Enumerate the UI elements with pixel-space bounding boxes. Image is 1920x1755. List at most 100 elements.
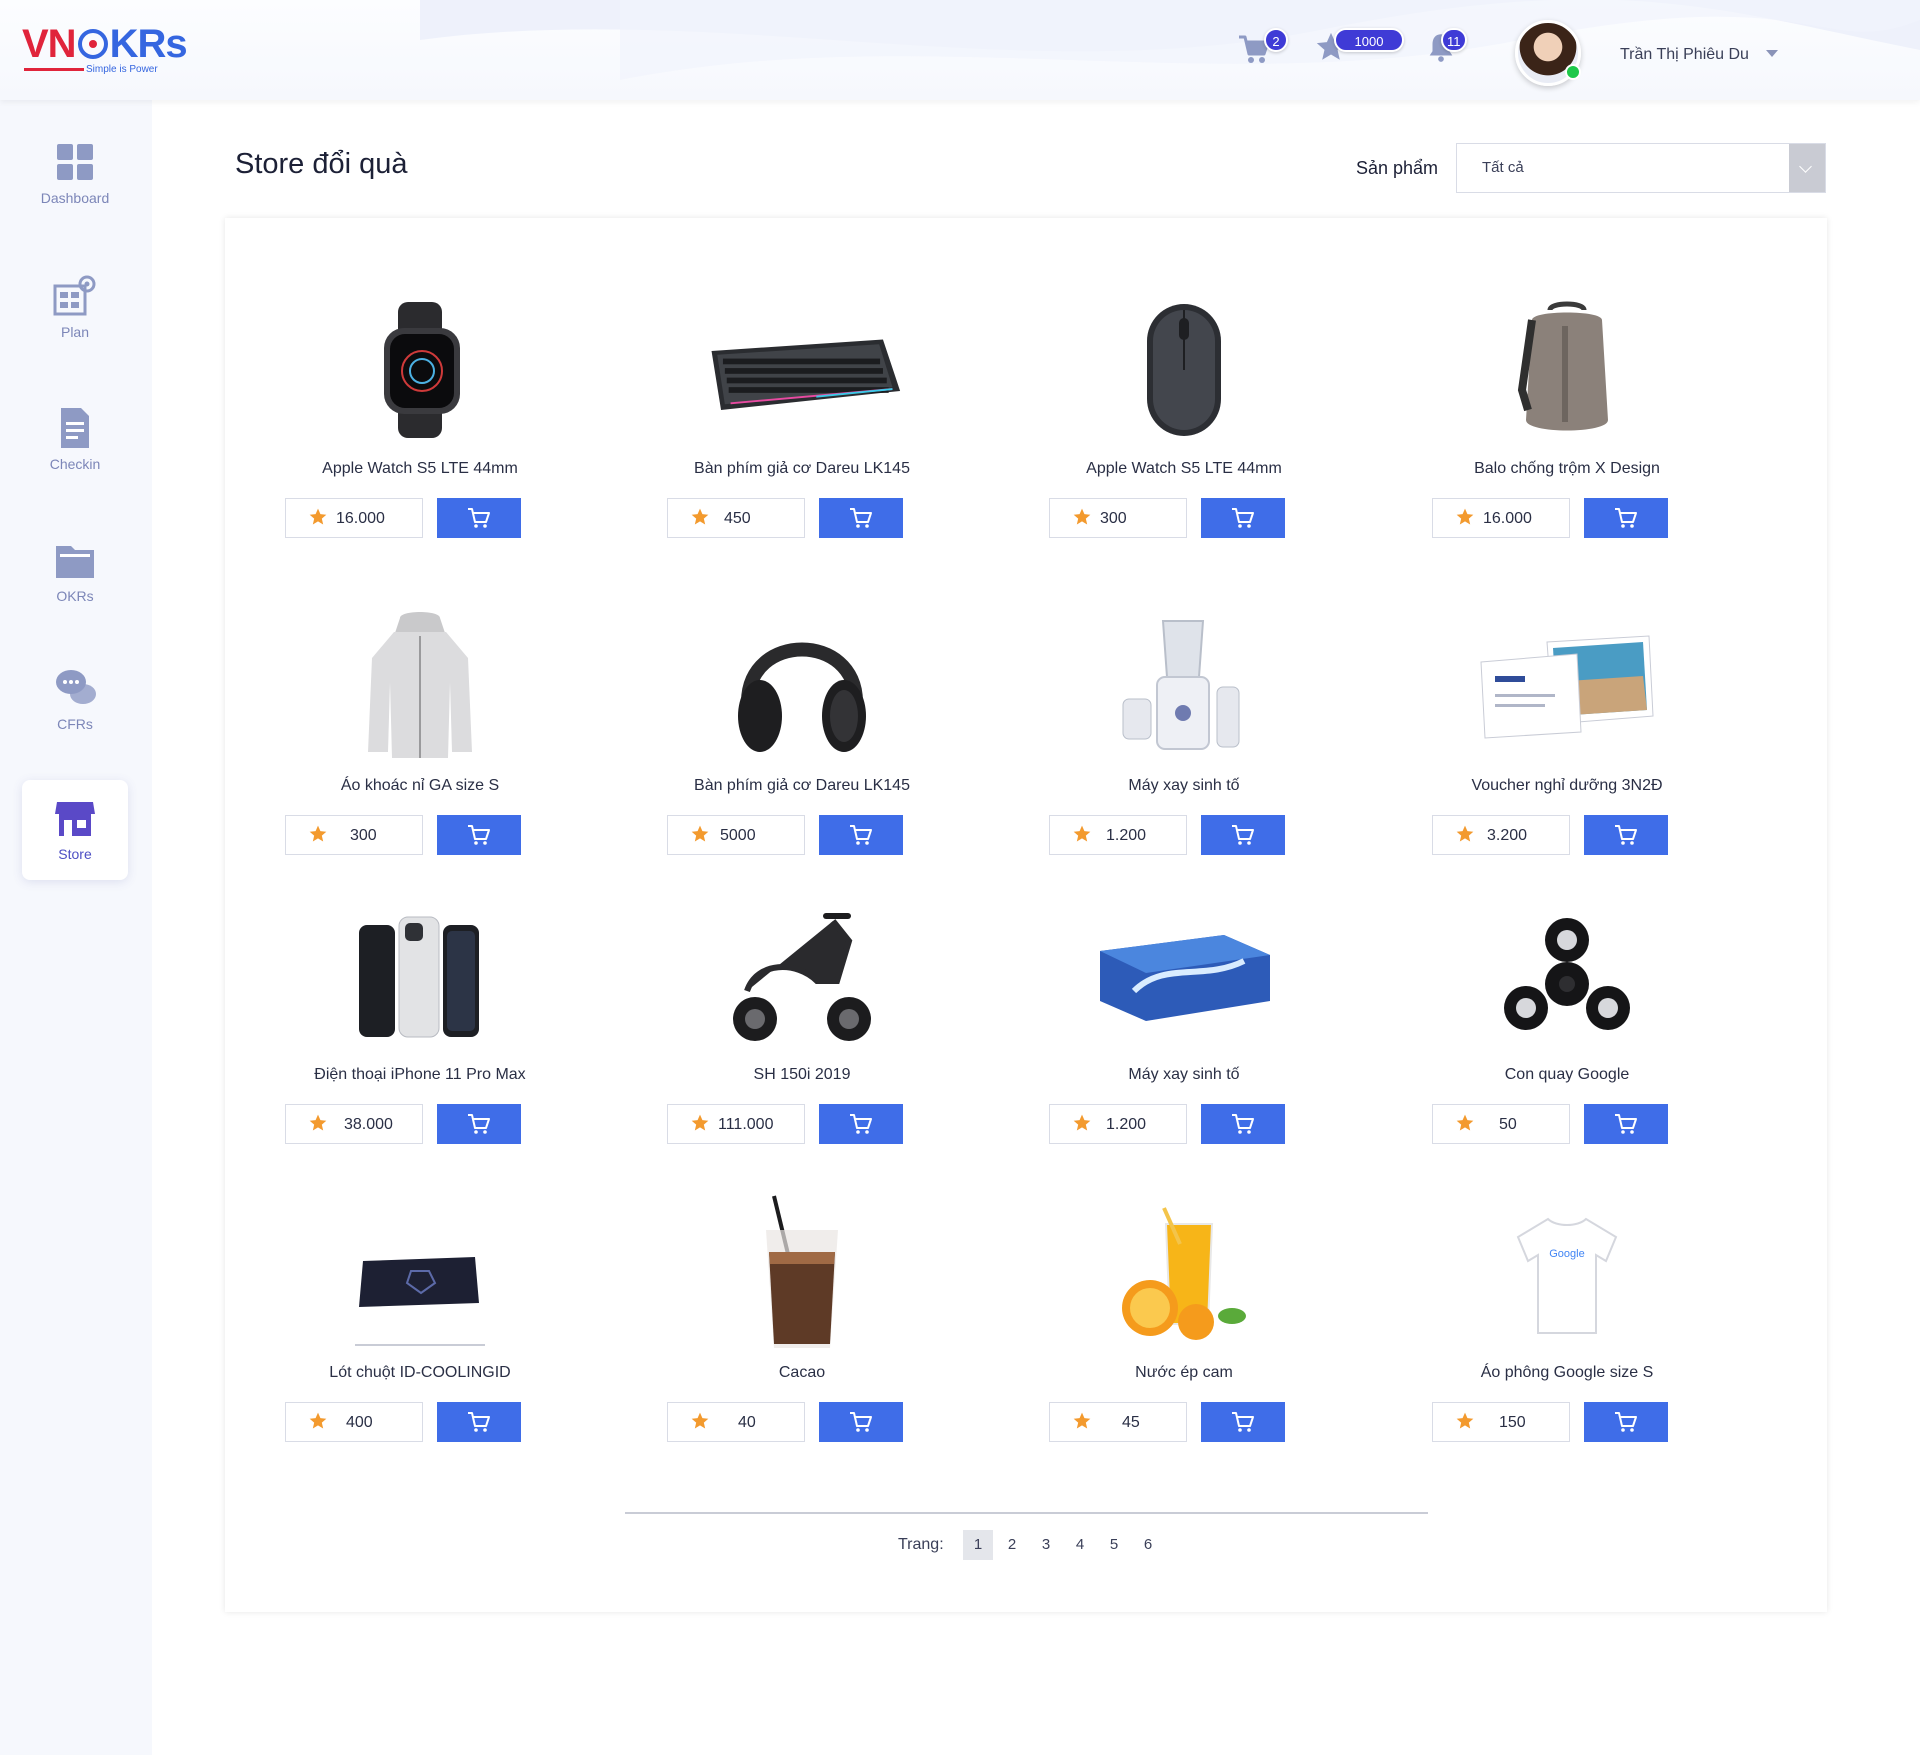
product-name: Balo chống trộm X Design (1474, 460, 1660, 477)
google-print: Google (1549, 1248, 1584, 1260)
phone-icon[interactable] (320, 896, 520, 1056)
voucher-icon[interactable] (1467, 607, 1667, 767)
tshirt-icon[interactable]: Google (1467, 1194, 1667, 1354)
watch-icon[interactable] (320, 290, 520, 450)
sidebar-item-label: CFRs (57, 716, 93, 732)
cart-icon (468, 508, 490, 528)
product-price-value: 1.200 (1106, 827, 1147, 844)
sidebar-item-cfrs[interactable]: CFRs (22, 650, 128, 750)
page-link-4[interactable]: 4 (1065, 1530, 1095, 1560)
product-name: Điện thoại iPhone 11 Pro Max (314, 1066, 526, 1083)
star-icon (1456, 1114, 1474, 1131)
add-to-cart-button[interactable] (1584, 1104, 1668, 1144)
product-price: 300 (285, 815, 423, 855)
add-to-cart-button[interactable] (1584, 1402, 1668, 1442)
product-card[interactable]: Máy xay sinh tố 1.200 (1034, 607, 1334, 887)
page-link-3[interactable]: 3 (1031, 1530, 1061, 1560)
product-card[interactable]: Lót chuột ID-COOLINGID 400 (270, 1194, 570, 1474)
add-to-cart-button[interactable] (1584, 498, 1668, 538)
orange-juice-icon[interactable] (1084, 1194, 1284, 1354)
cart-icon (1232, 1412, 1254, 1432)
sidebar-item-checkin[interactable]: Checkin (22, 390, 128, 490)
add-to-cart-button[interactable] (437, 1402, 521, 1442)
mouse-icon[interactable] (1084, 290, 1284, 450)
add-to-cart-button[interactable] (819, 498, 903, 538)
product-price-value: 3.200 (1487, 827, 1528, 844)
product-card[interactable]: Cacao 40 (652, 1194, 952, 1474)
sidebar: Dashboard Plan Checkin OKRs CFRs Store (0, 100, 152, 1755)
logo-underline (24, 68, 84, 71)
product-price-value: 450 (724, 510, 751, 527)
page-link-6[interactable]: 6 (1133, 1530, 1163, 1560)
product-price: 1.200 (1049, 815, 1187, 855)
add-to-cart-button[interactable] (1201, 815, 1285, 855)
product-card[interactable]: Điện thoại iPhone 11 Pro Max 38.000 (270, 896, 570, 1176)
headphones-icon[interactable] (702, 607, 902, 767)
product-card[interactable]: Bàn phím giả cơ Dareu LK145 5000 (652, 607, 952, 887)
add-to-cart-button[interactable] (437, 1104, 521, 1144)
product-card[interactable]: Voucher nghỉ dưỡng 3N2Đ 3.200 (1417, 607, 1717, 887)
sidebar-item-store[interactable]: Store (22, 780, 128, 880)
sidebar-item-plan[interactable]: Plan (22, 258, 128, 358)
add-to-cart-button[interactable] (437, 498, 521, 538)
notification-count-badge: 11 (1441, 28, 1467, 52)
product-card[interactable]: Apple Watch S5 LTE 44mm 16.000 (270, 290, 570, 570)
product-card[interactable]: Bàn phím giả cơ Dareu LK145 450 (652, 290, 952, 570)
product-price: 38.000 (285, 1104, 423, 1144)
vnokrs-logo[interactable]: VN KRs Simple is Power (22, 22, 202, 78)
page-link-2[interactable]: 2 (997, 1530, 1027, 1560)
page-link-1[interactable]: 1 (963, 1530, 993, 1560)
page-link-5[interactable]: 5 (1099, 1530, 1129, 1560)
cart-icon (1232, 1114, 1254, 1134)
sidebar-item-dashboard[interactable]: Dashboard (22, 124, 128, 224)
add-to-cart-button[interactable] (819, 1402, 903, 1442)
sidebar-item-label: Dashboard (40, 190, 110, 206)
fidget-spinner-icon[interactable] (1467, 896, 1667, 1056)
product-filter-select[interactable]: Tất cả (1456, 143, 1826, 193)
add-to-cart-button[interactable] (1584, 815, 1668, 855)
blender-icon[interactable] (1084, 607, 1284, 767)
product-price: 5000 (667, 815, 805, 855)
page-title: Store đổi quà (235, 148, 408, 180)
sidebar-item-label: Plan (60, 324, 90, 340)
jacket-icon[interactable] (320, 607, 520, 767)
product-price: 111.000 (667, 1104, 805, 1144)
product-card[interactable]: Apple Watch S5 LTE 44mm 300 (1034, 290, 1334, 570)
product-card[interactable]: Balo chống trộm X Design 16.000 (1417, 290, 1717, 570)
product-filter-value: Tất cả (1482, 159, 1524, 176)
product-card[interactable]: Con quay Google 50 (1417, 896, 1717, 1176)
product-price: 45 (1049, 1402, 1187, 1442)
mousepad-icon[interactable] (320, 1194, 520, 1354)
product-price-value: 5000 (720, 827, 756, 844)
product-price: 50 (1432, 1104, 1570, 1144)
star-icon (309, 1412, 327, 1429)
cacao-drink-icon[interactable] (702, 1194, 902, 1354)
user-name[interactable]: Trần Thị Phiêu Du (1620, 46, 1749, 64)
add-to-cart-button[interactable] (819, 815, 903, 855)
cart-icon (1232, 825, 1254, 845)
add-to-cart-button[interactable] (819, 1104, 903, 1144)
online-status-indicator (1565, 64, 1581, 80)
product-card[interactable]: Máy xay sinh tố 1.200 (1034, 896, 1334, 1176)
add-to-cart-button[interactable] (1201, 1104, 1285, 1144)
scooter-icon[interactable] (702, 896, 902, 1056)
cart-count-badge: 2 (1264, 28, 1288, 52)
cart-icon (1232, 508, 1254, 528)
add-to-cart-button[interactable] (1201, 498, 1285, 538)
product-card[interactable]: Nước ép cam 45 (1034, 1194, 1334, 1474)
product-price: 16.000 (1432, 498, 1570, 538)
product-price-value: 1.200 (1106, 1116, 1147, 1133)
add-to-cart-button[interactable] (1201, 1402, 1285, 1442)
user-menu-chevron-down-icon[interactable] (1766, 50, 1778, 57)
product-card[interactable]: SH 150i 2019 111.000 (652, 896, 952, 1176)
product-price: 16.000 (285, 498, 423, 538)
sidebar-item-okrs[interactable]: OKRs (22, 522, 128, 622)
chevron-down-icon[interactable] (1789, 144, 1825, 192)
cart-icon (850, 1412, 872, 1432)
keyboard-icon[interactable] (702, 290, 902, 450)
backpack-icon[interactable] (1467, 290, 1667, 450)
tissue-box-icon[interactable] (1084, 896, 1284, 1056)
product-card[interactable]: Áo khoác nỉ GA size S 300 (270, 607, 570, 887)
add-to-cart-button[interactable] (437, 815, 521, 855)
product-card[interactable]: Google Áo phông Google size S 150 (1417, 1194, 1717, 1474)
